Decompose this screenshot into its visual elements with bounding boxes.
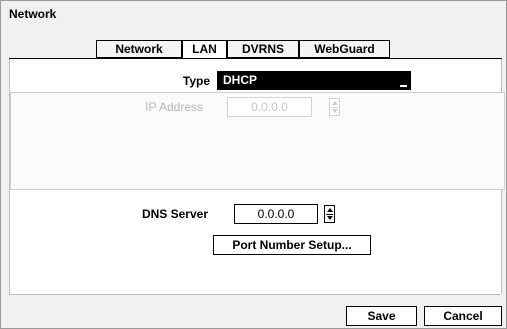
dialog-title: Network: [9, 7, 57, 21]
dns-server-field[interactable]: 0.0.0.0: [234, 204, 318, 224]
footer-divider: [9, 294, 500, 295]
spin-up-icon: [332, 101, 338, 105]
ip-settings-group: IP Address 0.0.0.0: [10, 92, 505, 190]
save-button[interactable]: Save: [346, 306, 417, 326]
lan-panel: Type DHCP IP Address 0.0.0.0 DNS Server …: [9, 59, 505, 294]
type-label: Type: [182, 74, 210, 88]
dns-server-label: DNS Server: [141, 207, 208, 221]
spin-down-icon: [332, 109, 338, 113]
chevron-down-icon: [400, 85, 407, 87]
tab-dvrns[interactable]: DVRNS: [227, 40, 299, 58]
ip-address-field: 0.0.0.0: [227, 97, 312, 117]
ip-address-spinner: [329, 98, 340, 116]
tab-network[interactable]: Network: [96, 40, 182, 58]
ip-address-label: IP Address: [145, 100, 203, 114]
spin-up-icon[interactable]: [327, 208, 333, 212]
spin-down-icon[interactable]: [327, 216, 333, 220]
tab-webguard[interactable]: WebGuard: [299, 40, 390, 58]
port-number-setup-button[interactable]: Port Number Setup...: [213, 235, 371, 255]
dns-server-spinner[interactable]: [324, 205, 335, 223]
type-select-value: DHCP: [223, 73, 258, 87]
type-select[interactable]: DHCP: [217, 71, 411, 90]
tab-lan[interactable]: LAN: [182, 40, 227, 60]
network-dialog: Network Network LAN DVRNS WebGuard Type …: [0, 0, 507, 329]
cancel-button[interactable]: Cancel: [424, 306, 502, 326]
